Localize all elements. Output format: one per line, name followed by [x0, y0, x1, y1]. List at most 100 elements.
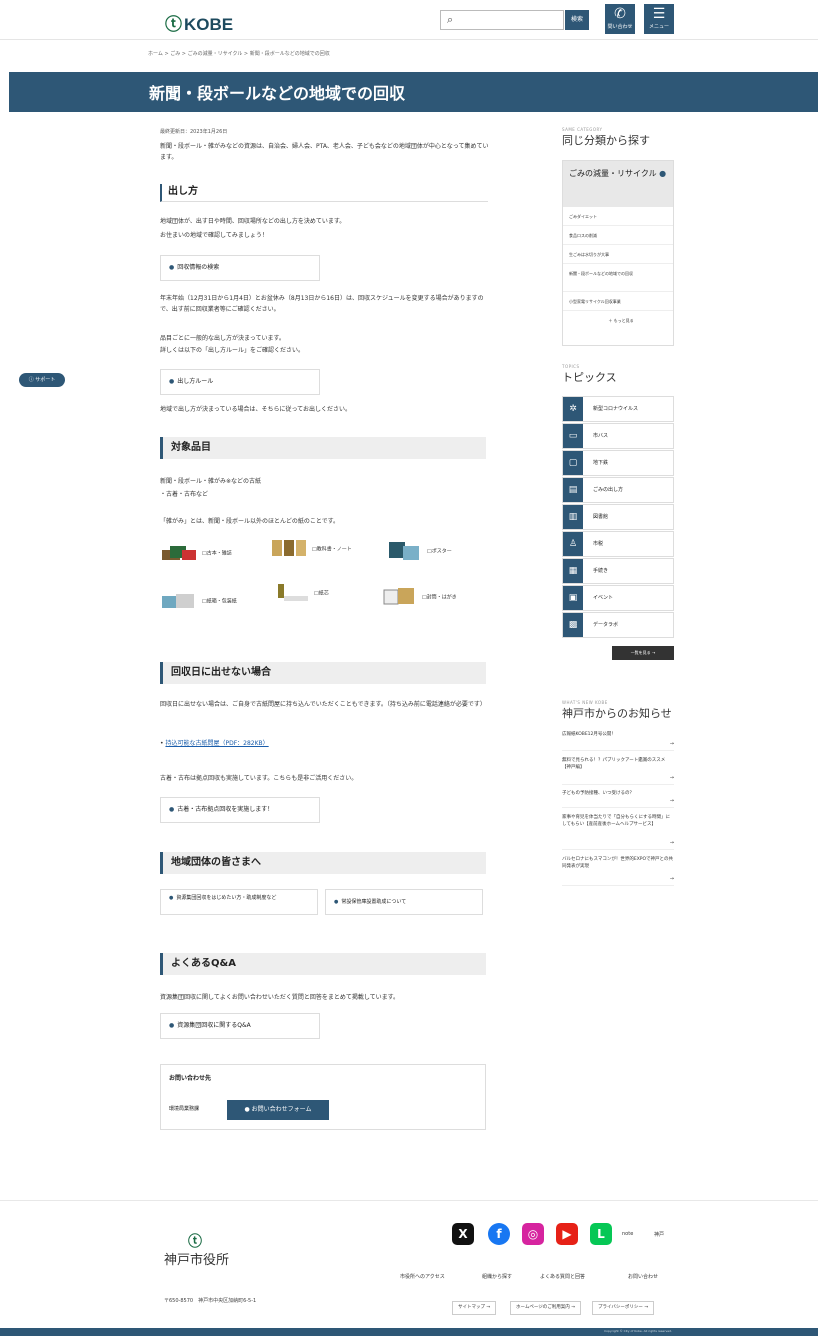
link-label: 常設保管庫設置助成について	[341, 899, 407, 905]
sec1-p1: 地域団体が、出す日や時間、回収場所などの出し方を決めています。	[160, 218, 346, 225]
youtube-icon[interactable]: ▶	[556, 1223, 578, 1245]
topic-item[interactable]: ▣ イベント	[562, 585, 674, 611]
news-item[interactable]: 無料で見られる！？パブリックアート鑑賞のススメ【神戸編】 →	[562, 757, 674, 785]
news-text: 無料で見られる！？パブリックアート鑑賞のススメ【神戸編】	[562, 758, 666, 770]
topics-header: TOPICS トピックス	[562, 364, 674, 385]
topic-item[interactable]: ▢ 地下鉄	[562, 450, 674, 476]
topic-label: 市バス	[593, 433, 609, 439]
phone-icon: ✆	[614, 6, 626, 22]
support-button[interactable]: ⓘ サポート	[19, 373, 65, 387]
chart-icon: ▩	[563, 613, 583, 637]
subway-icon: ▢	[563, 451, 583, 475]
topic-item[interactable]: ♙ 市税	[562, 531, 674, 557]
topic-item[interactable]: ▩ データラボ	[562, 612, 674, 638]
item-books: □古本・雑誌	[160, 542, 232, 564]
rules-link[interactable]: ● 出し方ルール	[160, 369, 320, 395]
notebook-illustration	[272, 540, 306, 556]
trash-icon: ▤	[563, 478, 583, 502]
footer-link-faq[interactable]: よくある質問と回答	[540, 1273, 585, 1280]
kobe-icon[interactable]: 神戸	[654, 1231, 664, 1238]
sec3-link-row: • 持込可能な古紙問屋（PDF：282KB）	[160, 740, 269, 747]
category-item[interactable]: ごみダイエット	[563, 207, 673, 226]
topic-item[interactable]: ✲ 新型コロナウイルス	[562, 396, 674, 422]
news-text: 広報紙KOBE12月号公開！	[562, 732, 616, 737]
item-label: □封筒・はがき	[422, 594, 457, 601]
books-illustration	[162, 546, 196, 560]
footer-link-contact[interactable]: お問い合わせ	[628, 1273, 658, 1280]
sec1-p6: 地域で出し方が決まっている場合は、そちらに従ってお出しください。	[160, 406, 351, 413]
circle-arrow-icon: ●	[244, 1106, 252, 1113]
collection-search-link[interactable]: ● 回収情報の検索	[160, 255, 320, 281]
button-label: お問い合わせフォーム	[251, 1106, 312, 1113]
topics-more-button[interactable]: 一覧を見る →	[612, 646, 674, 660]
section-jp-title: 神戸市からのお知らせ	[562, 707, 672, 720]
footer-link-access[interactable]: 市役所へのアクセス	[400, 1273, 445, 1280]
category-head[interactable]: ごみの減量・リサイクル ●	[563, 161, 673, 207]
topic-item[interactable]: ▦ 手続き	[562, 558, 674, 584]
logo-text: KOBE	[184, 15, 234, 34]
news-item[interactable]: バルセロナにもスマコンが！世界的EXPOで神戸との共同発表が実現 →	[562, 856, 674, 886]
topic-label: ごみの出し方	[593, 487, 624, 493]
search-button[interactable]: 検索	[565, 10, 589, 30]
category-item[interactable]: 食品ロスの削減	[563, 226, 673, 245]
item-posters: □ポスター	[385, 540, 452, 562]
support-label: サポート	[35, 377, 56, 383]
link-label: 資源集団回収をはじめたい方・助成制度など	[176, 895, 277, 901]
category-item[interactable]: 小型家電リサイクル回収事業	[563, 292, 673, 311]
topic-item[interactable]: ▤ ごみの出し方	[562, 477, 674, 503]
breadcrumb[interactable]: ホーム > ごみ > ごみの減量・リサイクル > 新聞・段ボールなどの地域での回…	[148, 50, 330, 57]
note-icon[interactable]: note	[622, 1231, 633, 1237]
footer-link-org[interactable]: 組織から探す	[482, 1273, 512, 1280]
document-icon: ▦	[563, 559, 583, 583]
group-start-link[interactable]: ● 資源集団回収をはじめたい方・助成制度など	[160, 889, 318, 915]
section-heading-items: 対象品目	[160, 437, 486, 459]
menu-button[interactable]: ☰ メニュー	[644, 4, 674, 34]
contact-form-button[interactable]: ● お問い合わせフォーム	[227, 1100, 329, 1120]
kobe-logo[interactable]: ⓣ KOBE	[165, 10, 233, 35]
tube-illustration	[278, 584, 308, 601]
updated-date: 最終更新日：2023年1月26日	[160, 129, 228, 135]
news-item[interactable]: 家事や育児を体当たりで「自分もらくにする時間」にしてもらい【産前産後ホームヘルプ…	[562, 814, 674, 850]
usage-guide-button[interactable]: ホームページのご利用案内 →	[510, 1301, 581, 1315]
circle-arrow-icon: ●	[659, 169, 667, 178]
page-title: 新聞・段ボールなどの地域での回収	[149, 84, 406, 103]
facebook-icon[interactable]: f	[488, 1223, 510, 1245]
paper-dealer-pdf-link[interactable]: 持込可能な古紙問屋（PDF：282KB）	[165, 740, 268, 747]
contact-label: 問い合わせ	[607, 24, 633, 30]
footer-logo-icon[interactable]: ⓣ	[188, 1231, 202, 1251]
category-item[interactable]: 新聞・段ボールなどの地域での回収	[563, 264, 673, 292]
arrow-icon: →	[669, 840, 674, 846]
qa-link[interactable]: ● 資源集団回収に関するQ&A	[160, 1013, 320, 1039]
title-band: 新聞・段ボールなどの地域での回収	[9, 72, 818, 112]
contact-button[interactable]: ✆ 問い合わせ	[605, 4, 635, 34]
contact-title: お問い合わせ先	[169, 1075, 212, 1082]
news-text: 子どもの予防接種、いつ受けるの？	[562, 791, 634, 796]
circle-arrow-icon: ●	[169, 806, 175, 813]
clothes-collection-link[interactable]: ● 古着・古布拠点回収を実施します！	[160, 797, 320, 823]
x-icon[interactable]: X	[452, 1223, 474, 1245]
circle-arrow-icon: ●	[169, 1022, 175, 1029]
instagram-icon[interactable]: ◎	[522, 1223, 544, 1245]
sec5-p1: 資源集団回収に関してよくお問い合わせいただく質問と回答をまとめて掲載しています。	[160, 994, 400, 1001]
sitemap-button[interactable]: サイトマップ →	[452, 1301, 497, 1315]
footer-address: 〒650-8570 神戸市中央区加納町6-5-1	[164, 1298, 257, 1304]
button-label: プライバシーポリシー	[598, 1305, 643, 1310]
target-items-illustration: □古本・雑誌 □教科書・ノート □ポスター □紙箱・包装紙 □紙芯 □封筒・はが…	[160, 536, 488, 624]
more-label: 一覧を見る	[630, 650, 651, 655]
privacy-policy-button[interactable]: プライバシーポリシー →	[592, 1301, 655, 1315]
same-category-header: SAME CATEGORY 同じ分類から探す	[562, 127, 674, 148]
news-text: 家事や育児を体当たりで「自分もらくにする時間」にしてもらい【産前産後ホームヘルプ…	[562, 815, 671, 827]
topic-item[interactable]: ▥ 図書館	[562, 504, 674, 530]
news-item[interactable]: 子どもの予防接種、いつ受けるの？ →	[562, 790, 674, 808]
news-item[interactable]: 広報紙KOBE12月号公開！ →	[562, 731, 674, 751]
category-more-link[interactable]: ＋ もっと見る	[563, 311, 673, 330]
search-input[interactable]: ⌕	[440, 10, 564, 30]
section-heading-dashikata: 出し方	[160, 184, 488, 202]
item-label: □紙箱・包装紙	[202, 598, 237, 605]
bus-icon: ▭	[563, 424, 583, 448]
topic-label: 新型コロナウイルス	[593, 406, 639, 412]
category-item[interactable]: 生ごみは水切りが大事	[563, 245, 673, 264]
line-icon[interactable]: L	[590, 1223, 612, 1245]
storage-subsidy-link[interactable]: ● 常設保管庫設置助成について	[325, 889, 483, 915]
topic-item[interactable]: ▭ 市バス	[562, 423, 674, 449]
